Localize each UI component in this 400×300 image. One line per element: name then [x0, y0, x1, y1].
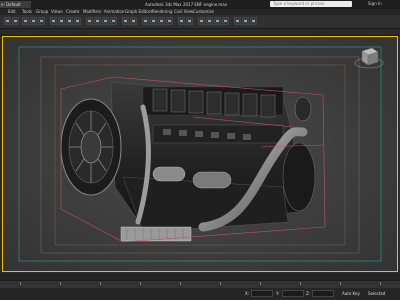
curve-editor-icon[interactable] — [206, 17, 213, 25]
search-input[interactable]: Type a keyword or phrase — [270, 1, 352, 7]
timeline-tick — [380, 282, 381, 285]
timeline-tick — [60, 282, 61, 285]
redo-icon[interactable] — [12, 17, 19, 25]
z-coord-label: Z: — [306, 291, 311, 296]
percent-snap-icon[interactable] — [158, 17, 165, 25]
unlink-icon[interactable] — [30, 17, 37, 25]
scale-icon[interactable] — [102, 17, 109, 25]
status-bar: X: Y: Z: Auto Key Selected — [0, 288, 400, 300]
spinner-snap-icon[interactable] — [166, 17, 173, 25]
auto-key-button[interactable]: Auto Key — [342, 290, 360, 298]
x-coord-label: X: — [245, 291, 250, 296]
pivot-icon[interactable] — [122, 17, 129, 25]
schematic-view-icon[interactable] — [214, 17, 221, 25]
rotate-icon[interactable] — [94, 17, 101, 25]
time-slider[interactable] — [0, 273, 400, 280]
manipulate-icon[interactable] — [130, 17, 137, 25]
placement-icon[interactable] — [110, 17, 117, 25]
rendered-frame-icon[interactable] — [242, 17, 249, 25]
x-coord-field[interactable] — [251, 290, 273, 297]
selection-region-icon[interactable] — [66, 17, 73, 25]
angle-snap-icon[interactable] — [150, 17, 157, 25]
link-icon[interactable] — [22, 17, 29, 25]
select-object-icon[interactable] — [50, 17, 57, 25]
align-icon[interactable] — [186, 17, 193, 25]
app-title: Autodesk 3ds Max 2017 ENF engine.max — [145, 2, 228, 7]
snap-toggle-icon[interactable] — [142, 17, 149, 25]
timeline-tick — [340, 282, 341, 285]
select-by-name-icon[interactable] — [58, 17, 65, 25]
timeline-tick — [140, 282, 141, 285]
ribbon-strip — [0, 29, 400, 36]
mirror-icon[interactable] — [178, 17, 185, 25]
bind-space-warp-icon[interactable] — [38, 17, 45, 25]
title-bar: e: Default Autodesk 3ds Max 2017 ENF eng… — [0, 0, 400, 9]
engine-scene — [3, 37, 397, 271]
sign-in-button[interactable]: Sign In — [368, 1, 392, 7]
y-coord-label: Y: — [276, 291, 280, 296]
timeline-tick — [180, 282, 181, 285]
workspace-selector[interactable]: e: Default — [0, 1, 31, 8]
move-icon[interactable] — [86, 17, 93, 25]
material-editor-icon[interactable] — [222, 17, 229, 25]
timeline-tick — [100, 282, 101, 285]
z-coord-field[interactable] — [312, 290, 334, 297]
y-coord-field[interactable] — [282, 290, 304, 297]
timeline-tick — [20, 282, 21, 285]
render-icon[interactable] — [250, 17, 257, 25]
selected-dropdown[interactable]: Selected — [368, 290, 385, 298]
timeline-tick — [220, 282, 221, 285]
perspective-viewport[interactable]: [+] [Perspective] [User Defined] [Defaul… — [2, 36, 398, 272]
render-setup-icon[interactable] — [234, 17, 241, 25]
timeline-tick — [260, 282, 261, 285]
window-crossing-icon[interactable] — [74, 17, 81, 25]
main-toolbar — [0, 15, 400, 29]
timeline-tick — [300, 282, 301, 285]
undo-icon[interactable] — [4, 17, 11, 25]
layer-explorer-icon[interactable] — [198, 17, 205, 25]
